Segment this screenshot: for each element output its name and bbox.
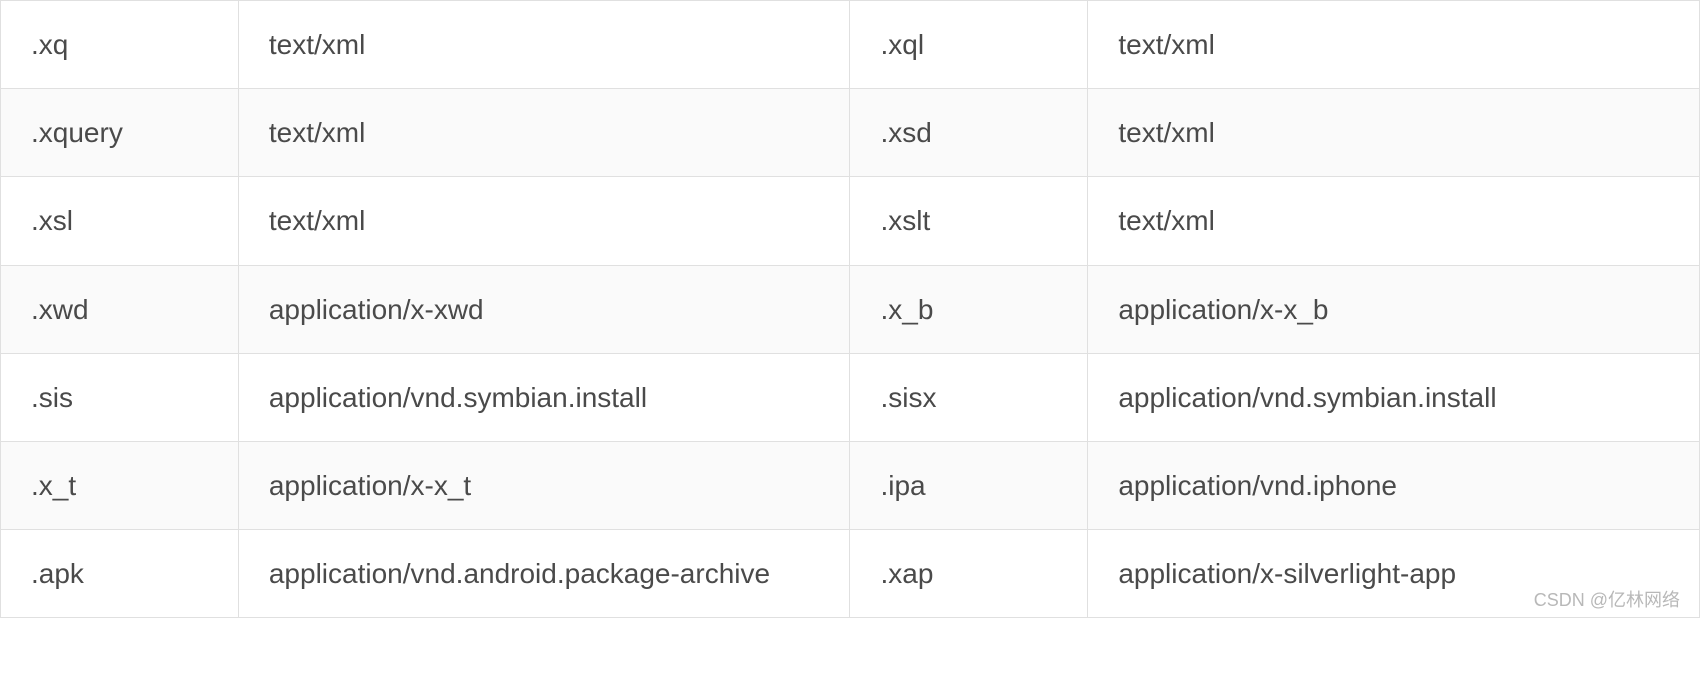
cell-mime: text/xml	[1088, 177, 1700, 265]
cell-mime: application/x-x_t	[238, 441, 850, 529]
cell-mime: text/xml	[1088, 89, 1700, 177]
cell-mime: application/vnd.android.package-archive	[238, 530, 850, 618]
cell-ext: .xq	[1, 1, 239, 89]
cell-mime: text/xml	[238, 89, 850, 177]
cell-ext: .xap	[850, 530, 1088, 618]
cell-mime: application/vnd.iphone	[1088, 441, 1700, 529]
cell-ext: .xql	[850, 1, 1088, 89]
cell-ext: .xsd	[850, 89, 1088, 177]
cell-ext: .sisx	[850, 353, 1088, 441]
table-row: .apk application/vnd.android.package-arc…	[1, 530, 1700, 618]
table-row: .xwd application/x-xwd .x_b application/…	[1, 265, 1700, 353]
cell-mime: text/xml	[238, 1, 850, 89]
cell-mime: application/x-xwd	[238, 265, 850, 353]
cell-ext: .xquery	[1, 89, 239, 177]
mime-table-body: .xq text/xml .xql text/xml .xquery text/…	[1, 1, 1700, 618]
cell-ext: .apk	[1, 530, 239, 618]
cell-ext: .sis	[1, 353, 239, 441]
cell-ext: .x_b	[850, 265, 1088, 353]
cell-mime: application/x-x_b	[1088, 265, 1700, 353]
table-row: .xquery text/xml .xsd text/xml	[1, 89, 1700, 177]
table-row: .sis application/vnd.symbian.install .si…	[1, 353, 1700, 441]
cell-mime: text/xml	[238, 177, 850, 265]
cell-mime: text/xml	[1088, 1, 1700, 89]
cell-mime: application/vnd.symbian.install	[1088, 353, 1700, 441]
cell-mime: application/vnd.symbian.install	[238, 353, 850, 441]
cell-ext: .x_t	[1, 441, 239, 529]
cell-ext: .ipa	[850, 441, 1088, 529]
table-row: .xsl text/xml .xslt text/xml	[1, 177, 1700, 265]
mime-table: .xq text/xml .xql text/xml .xquery text/…	[0, 0, 1700, 618]
table-row: .xq text/xml .xql text/xml	[1, 1, 1700, 89]
cell-ext: .xslt	[850, 177, 1088, 265]
mime-table-wrapper: .xq text/xml .xql text/xml .xquery text/…	[0, 0, 1700, 618]
cell-ext: .xwd	[1, 265, 239, 353]
watermark-text: CSDN @亿林网络	[1534, 586, 1680, 612]
cell-ext: .xsl	[1, 177, 239, 265]
table-row: .x_t application/x-x_t .ipa application/…	[1, 441, 1700, 529]
